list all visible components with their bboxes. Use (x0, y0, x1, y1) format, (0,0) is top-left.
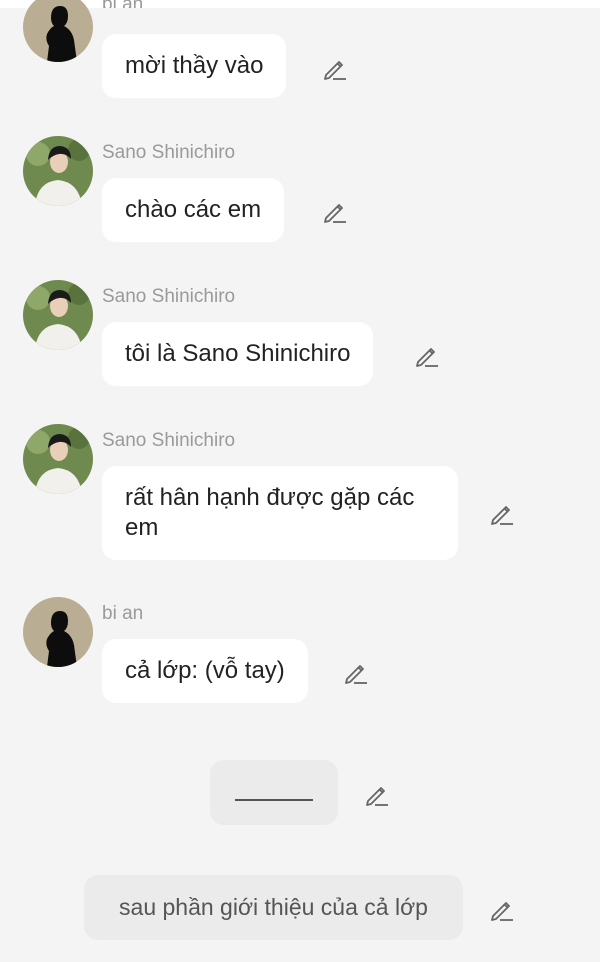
avatar[interactable] (23, 424, 93, 494)
message-bubble[interactable]: cả lớp: (vỗ tay) (102, 639, 308, 703)
message-bubble[interactable]: rất hân hạnh được gặp các em (102, 466, 458, 560)
sender-name: Sano Shinichiro (102, 286, 236, 307)
message-bubble[interactable]: tôi là Sano Shinichiro (102, 322, 374, 386)
pencil-edit-icon[interactable] (322, 55, 348, 81)
pencil-edit-icon[interactable] (489, 896, 515, 922)
avatar[interactable] (23, 280, 93, 350)
blank-line (235, 798, 313, 801)
narration-bubble[interactable] (210, 760, 338, 825)
message-bubble[interactable]: chào các em (102, 178, 285, 242)
avatar[interactable] (23, 597, 93, 667)
sender-name: bi an (102, 603, 144, 624)
message-bubble[interactable]: mời thầy vào (102, 34, 287, 98)
sender-name: Sano Shinichiro (102, 430, 236, 451)
avatar[interactable] (23, 0, 93, 62)
sender-name: bi an (102, 0, 143, 8)
top-edge-bar (0, 0, 600, 8)
pencil-edit-icon[interactable] (489, 500, 515, 526)
pencil-edit-icon[interactable] (364, 781, 390, 807)
pencil-edit-icon[interactable] (322, 198, 348, 224)
pencil-edit-icon[interactable] (414, 342, 440, 368)
narration-bubble[interactable]: sau phần giới thiệu của cả lớp (84, 875, 463, 940)
avatar[interactable] (23, 136, 93, 206)
pencil-edit-icon[interactable] (343, 659, 369, 685)
sender-name: Sano Shinichiro (102, 142, 236, 163)
